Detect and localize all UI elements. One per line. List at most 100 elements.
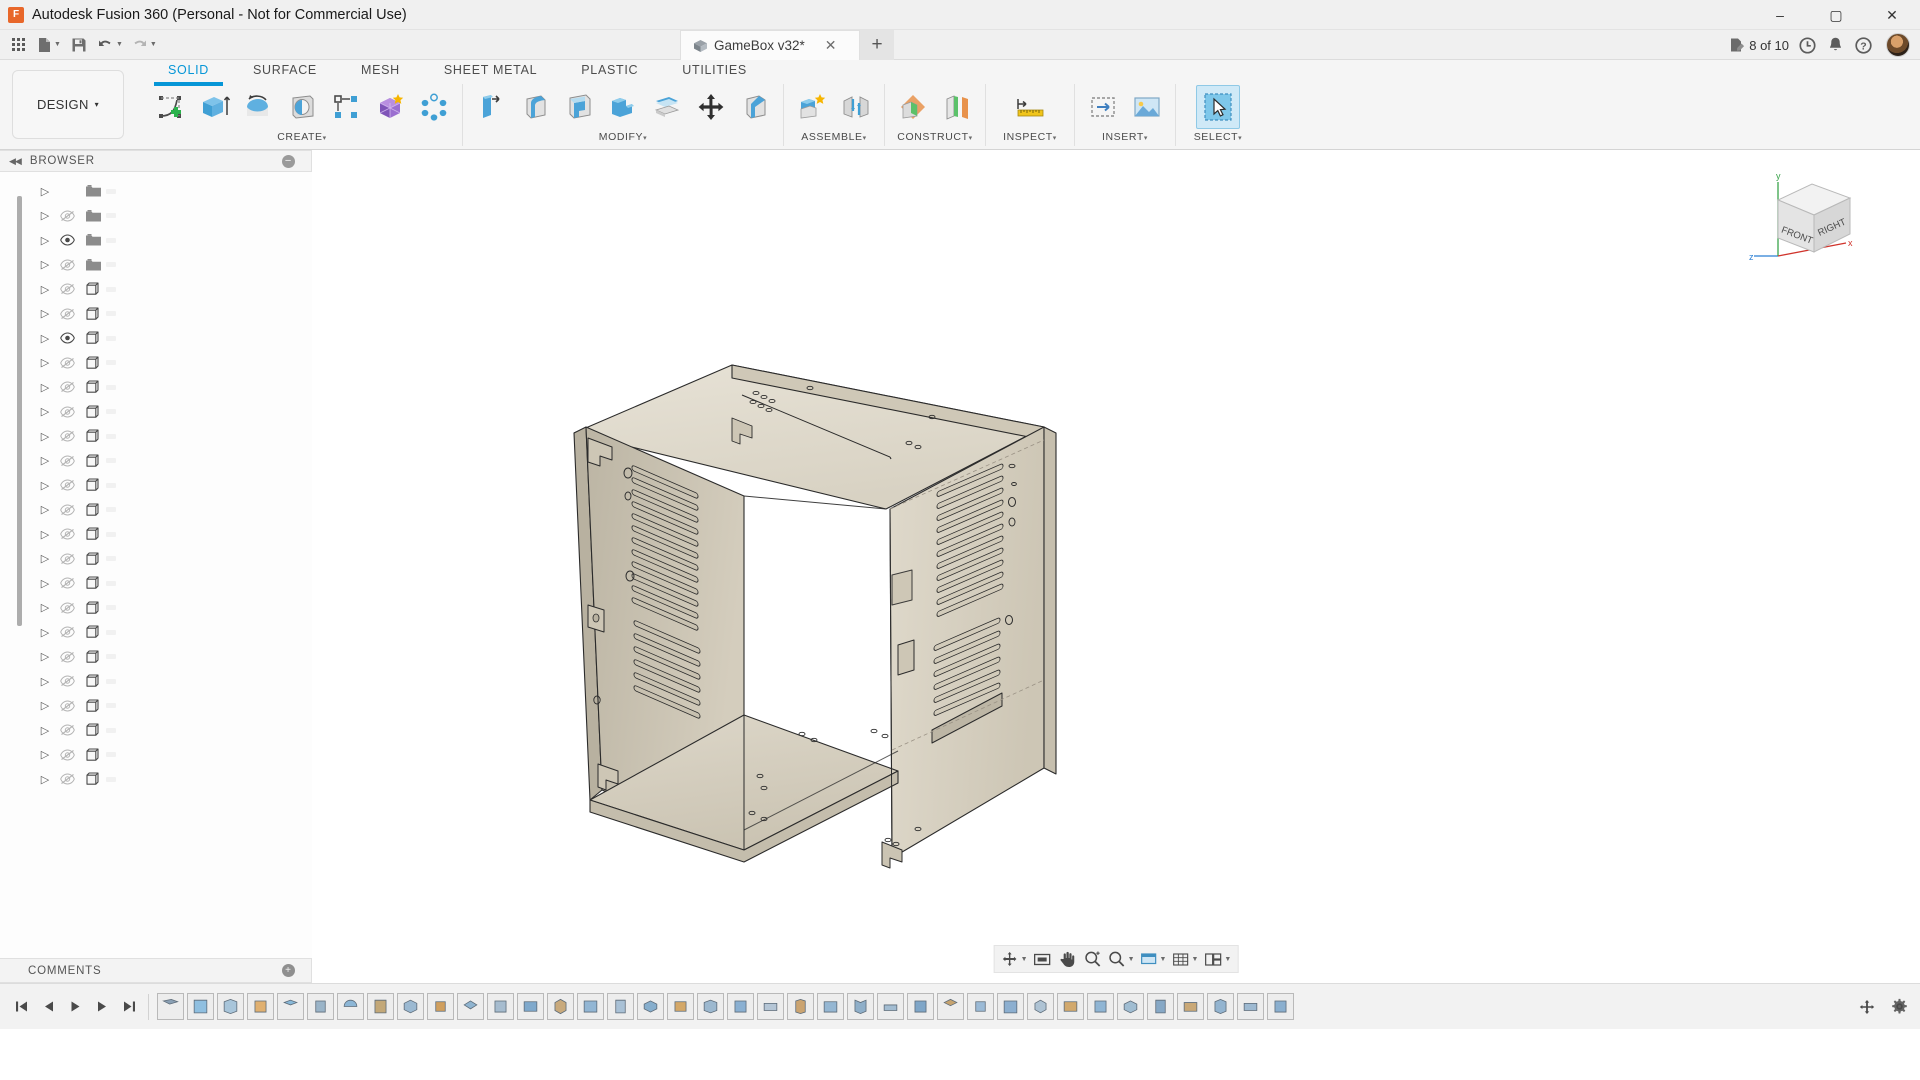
expand-arrow-icon[interactable]: ▷: [36, 552, 54, 565]
browser-item-adapter-holder-1[interactable]: ▷: [0, 743, 312, 768]
step-back-button[interactable]: [35, 992, 61, 1022]
visibility-off-icon[interactable]: [54, 626, 80, 638]
expand-arrow-icon[interactable]: ▷: [36, 601, 54, 614]
expand-arrow-icon[interactable]: ▷: [36, 405, 54, 418]
timeline-feature-item[interactable]: [487, 993, 514, 1020]
expand-arrow-icon[interactable]: ▷: [36, 675, 54, 688]
visibility-off-icon[interactable]: [54, 357, 80, 369]
offset-face-button[interactable]: [645, 85, 689, 129]
chamfer-button[interactable]: [733, 85, 777, 129]
visibility-off-icon[interactable]: [54, 504, 80, 516]
chevron-down-icon[interactable]: ▼: [150, 41, 157, 48]
hole-button[interactable]: [280, 85, 324, 129]
collapse-left-icon[interactable]: ◀◀: [9, 156, 21, 167]
tab-plastic[interactable]: PLASTIC: [559, 60, 660, 84]
visibility-off-icon[interactable]: [54, 430, 80, 442]
browser-item-named-views[interactable]: ▷: [0, 179, 312, 204]
shell-button[interactable]: [557, 85, 601, 129]
expand-arrow-icon[interactable]: ▷: [36, 332, 54, 345]
browser-item-nametag-1[interactable]: ▷: [0, 694, 312, 719]
go-to-end-button[interactable]: [116, 992, 142, 1022]
timeline-feature-item[interactable]: [667, 993, 694, 1020]
timeline-feature-item[interactable]: [577, 993, 604, 1020]
visibility-off-icon[interactable]: [54, 700, 80, 712]
browser-item-lid-of-lid-1[interactable]: ▷: [0, 767, 312, 792]
timeline-feature-item[interactable]: [937, 993, 964, 1020]
browser-item-internal-support-1[interactable]: ▷: [0, 547, 312, 572]
visibility-off-icon[interactable]: [54, 577, 80, 589]
browser-item-adapter-1[interactable]: ▷: [0, 718, 312, 743]
form-button[interactable]: [368, 85, 412, 129]
visibility-off-icon[interactable]: [54, 528, 80, 540]
timeline-feature-item[interactable]: [367, 993, 394, 1020]
undo-icon[interactable]: ▼: [94, 32, 126, 58]
plane-angle-button[interactable]: [935, 85, 979, 129]
visibility-off-icon[interactable]: [54, 749, 80, 761]
timeline-feature-item[interactable]: [157, 993, 184, 1020]
close-icon[interactable]: ✕: [825, 37, 837, 54]
timeline-feature-item[interactable]: [1027, 993, 1054, 1020]
browser-item-lid-1[interactable]: ▷: [0, 400, 312, 425]
visibility-off-icon[interactable]: [54, 210, 80, 222]
orbit-icon[interactable]: ▼: [999, 947, 1030, 971]
browser-item-speaker-1[interactable]: ▷: [0, 375, 312, 400]
expand-arrow-icon[interactable]: ▷: [36, 209, 54, 222]
timeline-feature-item[interactable]: [1087, 993, 1114, 1020]
timeline-feature-item[interactable]: [277, 993, 304, 1020]
browser-item-mid-body-1[interactable]: ▷: [0, 326, 312, 351]
tab-utilities[interactable]: UTILITIES: [660, 60, 769, 84]
timeline-feature-item[interactable]: [547, 993, 574, 1020]
tab-sheet-metal[interactable]: SHEET METAL: [422, 60, 559, 84]
select-tool-button[interactable]: [1196, 85, 1240, 129]
timeline-feature-item[interactable]: [217, 993, 244, 1020]
timeline-feature-item[interactable]: [697, 993, 724, 1020]
chevron-down-icon[interactable]: ▼: [1021, 956, 1028, 963]
timeline-feature-item[interactable]: [247, 993, 274, 1020]
visibility-off-icon[interactable]: [54, 602, 80, 614]
go-to-beginning-button[interactable]: [8, 992, 34, 1022]
new-tab-button[interactable]: +: [860, 30, 894, 60]
timeline-feature-item[interactable]: [337, 993, 364, 1020]
help-icon[interactable]: ?: [1850, 32, 1876, 58]
design-canvas[interactable]: z y x FRONT RIGHT ▼: [312, 150, 1920, 983]
revolve-button[interactable]: [236, 85, 280, 129]
browser-item-bodies[interactable]: ▷: [0, 228, 312, 253]
timeline-feature-item[interactable]: [307, 993, 334, 1020]
expand-arrow-icon[interactable]: ▷: [36, 724, 54, 737]
expand-arrow-icon[interactable]: ▷: [36, 479, 54, 492]
visibility-off-icon[interactable]: [54, 308, 80, 320]
move-copy-button[interactable]: [689, 85, 733, 129]
expand-arrow-icon[interactable]: ▷: [36, 356, 54, 369]
new-document-icon[interactable]: ▼: [34, 32, 64, 58]
timeline-feature-item[interactable]: [1177, 993, 1204, 1020]
fillet-button[interactable]: [513, 85, 557, 129]
timeline-feature-item[interactable]: [1117, 993, 1144, 1020]
visibility-off-icon[interactable]: [54, 406, 80, 418]
timeline-feature-item[interactable]: [817, 993, 844, 1020]
browser-item-origin[interactable]: ▷: [0, 204, 312, 229]
visibility-on-icon[interactable]: [54, 332, 80, 344]
chevron-down-icon[interactable]: ▼: [1191, 956, 1198, 963]
browser-item-floppy-1[interactable]: ▷: [0, 669, 312, 694]
chevron-down-icon[interactable]: ▼: [54, 41, 61, 48]
browser-item-base-body-1[interactable]: ▷: [0, 302, 312, 327]
maximize-button[interactable]: ▢: [1808, 0, 1864, 30]
expand-arrow-icon[interactable]: ▷: [36, 528, 54, 541]
browser-item-handle-1[interactable]: ▷: [0, 522, 312, 547]
timeline-feature-item[interactable]: [907, 993, 934, 1020]
timeline-feature-item[interactable]: [637, 993, 664, 1020]
browser-item-sketches[interactable]: ▷: [0, 253, 312, 278]
timeline-feature-item[interactable]: [517, 993, 544, 1020]
visibility-off-icon[interactable]: [54, 675, 80, 687]
visibility-off-icon[interactable]: [54, 259, 80, 271]
visibility-off-icon[interactable]: [54, 479, 80, 491]
tab-solid[interactable]: SOLID: [146, 60, 231, 84]
grid-snap-icon[interactable]: ▼: [1169, 947, 1200, 971]
visibility-off-icon[interactable]: [54, 724, 80, 736]
joint-button[interactable]: [834, 85, 878, 129]
expand-arrow-icon[interactable]: ▷: [36, 234, 54, 247]
save-icon[interactable]: [66, 32, 92, 58]
browser-item-fan-1[interactable]: ▷: [0, 449, 312, 474]
close-button[interactable]: ✕: [1864, 0, 1920, 30]
chevron-down-icon[interactable]: ▼: [1224, 956, 1231, 963]
